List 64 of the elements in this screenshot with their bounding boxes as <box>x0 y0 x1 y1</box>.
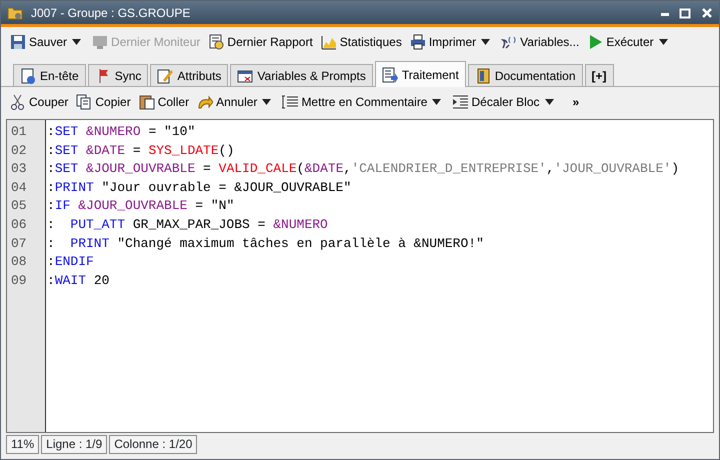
tab[interactable]: En-tête <box>13 64 86 86</box>
save-icon <box>10 34 26 50</box>
status-field: Ligne : 1/9 <box>41 435 108 454</box>
status-field: Colonne : 1/20 <box>109 435 198 454</box>
printer-icon <box>410 34 426 50</box>
tab[interactable]: Traitement <box>374 61 466 87</box>
toolbar-button[interactable]: Imprimer <box>406 31 480 53</box>
line-number: 05 <box>10 197 28 216</box>
toolbar-button[interactable]: Annuler <box>194 91 260 113</box>
copy-icon <box>76 94 92 110</box>
toolbar-button[interactable]: Variables... <box>498 31 582 53</box>
line-number: 09 <box>10 272 28 290</box>
maximize-icon <box>679 6 691 18</box>
folder-gear-icon <box>7 4 23 20</box>
status-field: 11% <box>6 435 40 454</box>
line-number: 07 <box>10 234 28 253</box>
toolbar-button[interactable]: Mettre en Commentaire <box>279 91 430 113</box>
toolbar-button[interactable]: Couper <box>7 91 72 113</box>
code-line: :SET &NUMERO = "10" <box>47 123 196 141</box>
toolbar-button[interactable]: Exécuter <box>584 31 657 53</box>
monitor-icon <box>92 34 108 50</box>
code-line: : PUT_ATT GR_MAX_PAR_JOBS = &NUMERO <box>47 216 329 234</box>
code-line: :ENDIF <box>47 253 95 272</box>
code-line: : PRINT "Changé maximum tâches en parallèle à &NUMERO!" <box>47 234 485 253</box>
report-clock-icon <box>208 34 224 50</box>
clipboard-icon <box>138 94 155 110</box>
line-number: 04 <box>10 178 28 197</box>
document-info-icon <box>20 68 36 84</box>
tab[interactable]: Documentation <box>468 64 583 86</box>
line-number: 03 <box>10 160 28 178</box>
code-line: :SET &JOUR_OUVRABLE = VALID_CALE(&DATE,'CALENDRIER_D_ENTREPRISE','JOUR_OUVRABLE') <box>47 160 680 178</box>
toolbar-button[interactable]: Copier <box>73 91 134 113</box>
line-number: 01 <box>10 123 28 141</box>
code-line: :WAIT 20 <box>47 272 110 290</box>
toolbar-button[interactable]: Sauver <box>7 31 70 53</box>
play-icon <box>587 34 604 50</box>
undo-icon <box>197 94 214 110</box>
minimize-icon <box>661 12 669 16</box>
toolbar-button[interactable]: Coller <box>136 91 192 113</box>
toolbar-button[interactable]: Décaler Bloc <box>449 91 543 113</box>
tab[interactable]: [+] <box>584 64 614 86</box>
code-line: :SET &DATE = SYS_LDATE() <box>47 142 236 160</box>
scissors-icon <box>10 94 26 110</box>
window-title: J007 - Groupe : GS.GROUPE <box>31 4 190 22</box>
comment-lines-icon <box>282 94 298 110</box>
indent-icon <box>452 94 468 110</box>
line-number: 06 <box>10 216 28 234</box>
overflow-button[interactable]: » <box>570 91 582 113</box>
tab[interactable]: Sync <box>88 64 148 86</box>
chart-icon <box>320 34 337 50</box>
toolbar-button[interactable]: Statistiques <box>318 31 405 53</box>
document-arrow-icon <box>382 66 398 82</box>
line-number: 02 <box>10 142 28 160</box>
pencil-document-icon <box>157 68 174 84</box>
close-icon <box>701 6 713 18</box>
window-icon <box>237 68 254 84</box>
toolbar-button[interactable]: Dernier Rapport <box>205 31 316 53</box>
code-line: :PRINT "Jour ouvrable = &JOUR_OUVRABLE" <box>47 178 352 197</box>
book-icon <box>474 68 491 84</box>
line-number: 08 <box>10 253 28 272</box>
variables-icon <box>501 34 518 50</box>
tab[interactable]: Variables & Prompts <box>230 64 373 86</box>
tab[interactable]: Attributs <box>150 64 228 86</box>
code-line: :IF &JOUR_OUVRABLE = "N" <box>47 197 236 216</box>
